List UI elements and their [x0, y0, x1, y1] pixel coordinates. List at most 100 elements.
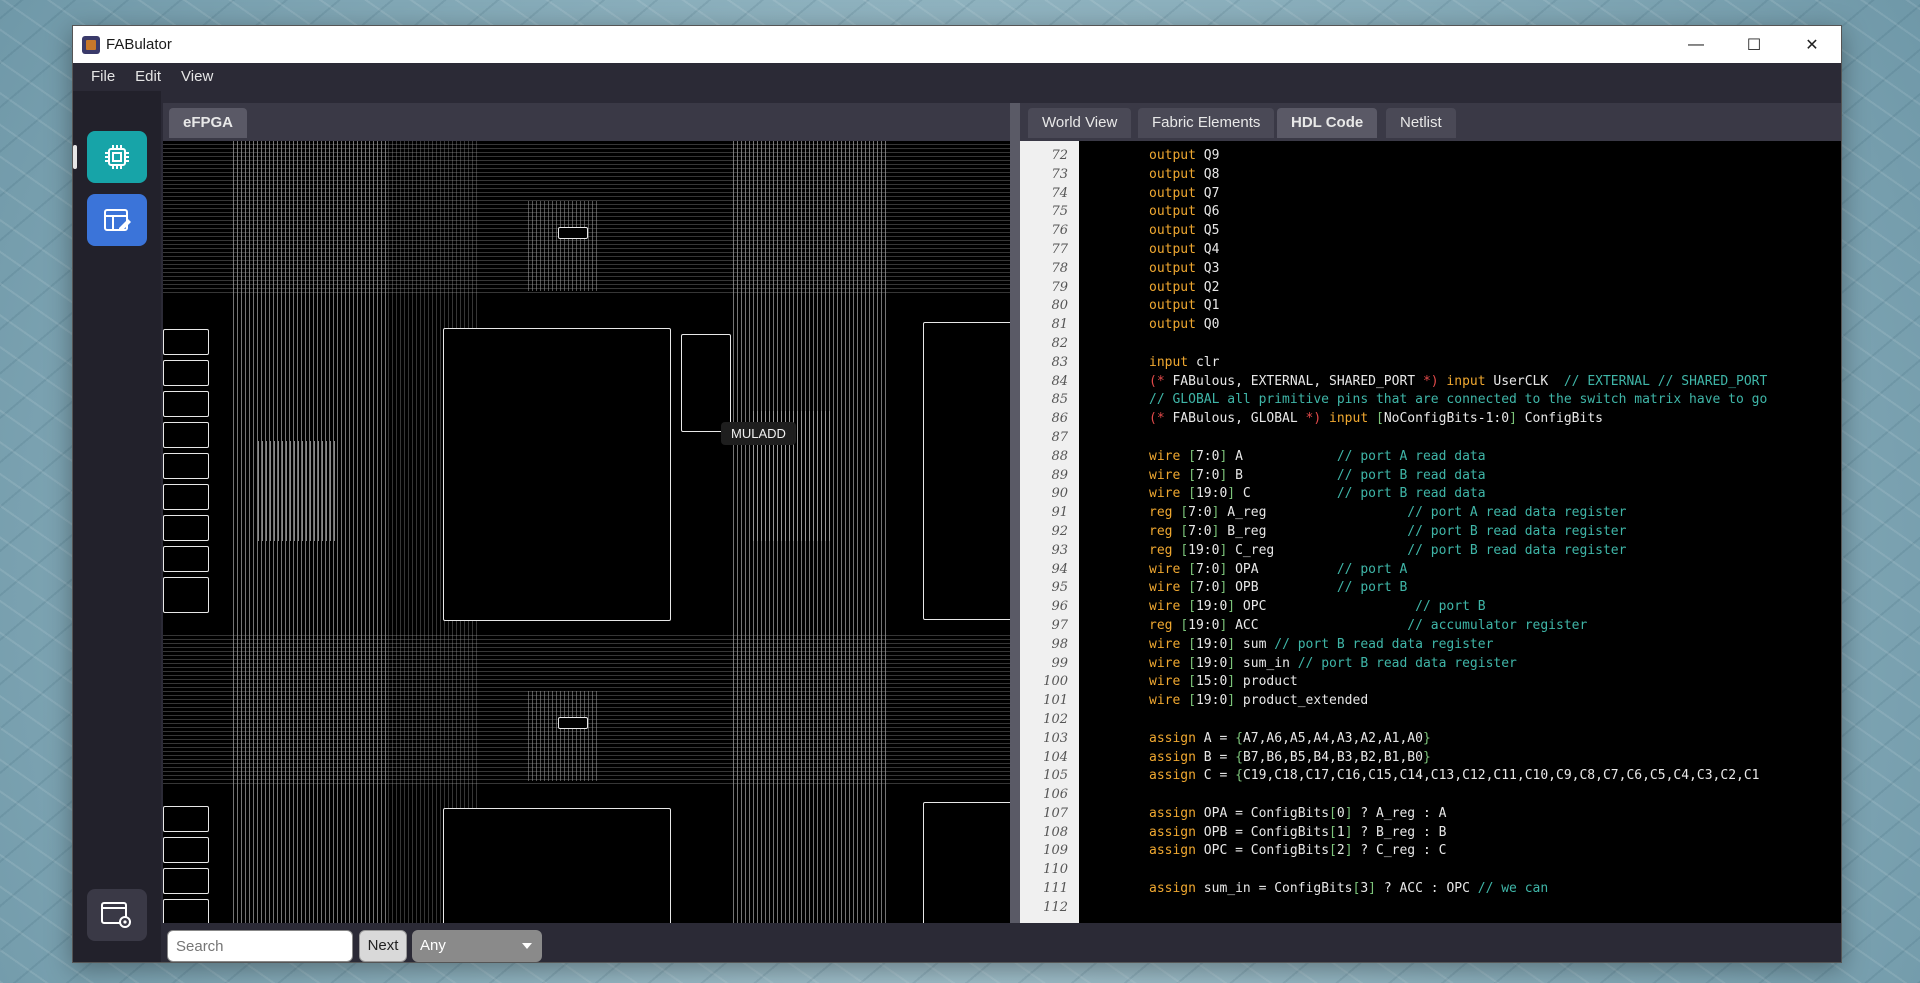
line-number: 82	[1051, 335, 1068, 351]
sidebar-item-edit[interactable]	[87, 194, 147, 246]
tile-cell[interactable]	[163, 577, 209, 613]
menu-view[interactable]: View	[171, 63, 223, 91]
muladd-block[interactable]	[681, 334, 731, 432]
code-line: 98 wire [19:0] sum // port B read data re…	[1020, 636, 1841, 655]
code-line: 76 output Q5	[1020, 222, 1841, 241]
code-text: output Q6	[1149, 204, 1220, 220]
tile-cell[interactable]	[163, 515, 209, 541]
filter-select[interactable]: Any	[412, 930, 542, 962]
line-number: 73	[1051, 166, 1068, 182]
fabric-canvas[interactable]: MULADD	[163, 141, 1010, 923]
code-line: 101 wire [19:0] product_extended	[1020, 692, 1841, 711]
fabric-tab-bar: eFPGA	[163, 103, 1010, 141]
line-number: 105	[1043, 768, 1068, 784]
tile-cell[interactable]	[163, 453, 209, 479]
tile-cell[interactable]	[163, 899, 209, 923]
line-number: 78	[1051, 260, 1068, 276]
code-line: 82	[1020, 335, 1841, 354]
line-number: 104	[1043, 749, 1068, 765]
hdl-code-editor[interactable]: 72 output Q9 73 output Q8 74 output Q7 75 outpu…	[1020, 141, 1841, 923]
code-text: (* FABulous, EXTERNAL, SHARED_PORT *) in…	[1149, 373, 1768, 389]
line-number: 94	[1051, 561, 1068, 577]
code-text: output Q4	[1149, 241, 1220, 257]
line-number: 75	[1051, 204, 1068, 220]
code-line: 103 assign A = {A7,A6,A5,A4,A3,A2,A1,A0}	[1020, 730, 1841, 749]
menu-file[interactable]: File	[81, 63, 125, 91]
tile-cell[interactable]	[163, 837, 209, 863]
code-text: wire [7:0] OPB // port B	[1149, 580, 1408, 596]
code-text: assign OPC = ConfigBits[2] ? C_reg : C	[1149, 843, 1447, 859]
next-button[interactable]: Next	[359, 930, 407, 962]
code-line: 79 output Q2	[1020, 279, 1841, 298]
line-number: 85	[1051, 392, 1068, 408]
line-number: 103	[1043, 730, 1068, 746]
code-text: reg [19:0] C_reg // port B read data reg…	[1149, 542, 1627, 558]
code-line: 92 reg [7:0] B_reg // port B read data re…	[1020, 523, 1841, 542]
line-number: 87	[1051, 429, 1068, 445]
code-text: output Q1	[1149, 298, 1220, 314]
tab-hdl-code[interactable]: HDL Code	[1277, 108, 1378, 138]
tile-cell[interactable]	[163, 806, 209, 832]
code-text: output Q5	[1149, 223, 1220, 239]
bel-block[interactable]	[923, 322, 1010, 620]
panel-splitter[interactable]	[1010, 103, 1020, 962]
code-text: wire [19:0] sum // port B read data regi…	[1149, 636, 1494, 652]
code-line: 112	[1020, 899, 1841, 918]
code-text: assign C = {C19,C18,C17,C16,C15,C14,C13,…	[1149, 768, 1760, 784]
tab-fabric-elements[interactable]: Fabric Elements	[1138, 108, 1275, 138]
minimize-button[interactable]: —	[1667, 26, 1725, 63]
line-number: 79	[1051, 279, 1068, 295]
tile-cell[interactable]	[163, 422, 209, 448]
tile-cell[interactable]	[163, 546, 209, 572]
line-number: 86	[1051, 411, 1068, 427]
line-number: 88	[1051, 448, 1068, 464]
code-line: 86 (* FABulous, GLOBAL *) input [NoConfig…	[1020, 410, 1841, 429]
mux-cell	[558, 717, 588, 729]
menu-bar: File Edit View	[73, 63, 1841, 91]
bel-block[interactable]	[443, 808, 671, 923]
tab-efpga[interactable]: eFPGA	[169, 108, 248, 138]
line-number: 98	[1051, 636, 1068, 652]
code-text: output Q7	[1149, 185, 1220, 201]
tile-cell[interactable]	[163, 360, 209, 386]
code-line: 110	[1020, 861, 1841, 880]
line-number: 100	[1043, 674, 1068, 690]
sidebar-settings-button[interactable]	[87, 889, 147, 941]
line-number: 74	[1051, 185, 1068, 201]
code-line: 109 assign OPC = ConfigBits[2] ? C_reg : …	[1020, 842, 1841, 861]
code-line: 81 output Q0	[1020, 316, 1841, 335]
code-line: 104 assign B = {B7,B6,B5,B4,B3,B2,B1,B0}	[1020, 749, 1841, 768]
code-text: wire [7:0] A // port A read data	[1149, 448, 1486, 464]
tile-cell[interactable]	[163, 329, 209, 355]
code-text: wire [7:0] OPA // port A	[1149, 561, 1408, 577]
line-number: 90	[1051, 486, 1068, 502]
sidebar-item-fabric[interactable]	[87, 131, 147, 183]
search-input[interactable]	[167, 930, 353, 962]
line-number: 96	[1051, 599, 1068, 615]
tab-netlist[interactable]: Netlist	[1386, 108, 1456, 138]
tile-cell[interactable]	[163, 391, 209, 417]
maximize-button[interactable]: ☐	[1725, 26, 1783, 63]
code-text: wire [19:0] C // port B read data	[1149, 486, 1486, 502]
line-number: 101	[1043, 693, 1068, 709]
tile-cell[interactable]	[163, 484, 209, 510]
code-text: output Q2	[1149, 279, 1220, 295]
tab-world-view[interactable]: World View	[1028, 108, 1132, 138]
code-line: 80 output Q1	[1020, 297, 1841, 316]
close-button[interactable]: ✕	[1783, 26, 1841, 63]
routing-channel	[528, 691, 598, 781]
code-line: 89 wire [7:0] B // port B read data	[1020, 467, 1841, 486]
tile-cell[interactable]	[163, 868, 209, 894]
bel-block[interactable]	[923, 802, 1010, 923]
code-line: 95 wire [7:0] OPB // port B	[1020, 579, 1841, 598]
line-number: 84	[1051, 373, 1068, 389]
menu-edit[interactable]: Edit	[125, 63, 171, 91]
table-edit-icon	[104, 209, 131, 231]
line-number: 112	[1043, 899, 1068, 915]
line-number: 76	[1051, 223, 1068, 239]
code-text: wire [7:0] B // port B read data	[1149, 467, 1486, 483]
line-number: 92	[1051, 523, 1068, 539]
bel-block[interactable]	[443, 328, 671, 621]
